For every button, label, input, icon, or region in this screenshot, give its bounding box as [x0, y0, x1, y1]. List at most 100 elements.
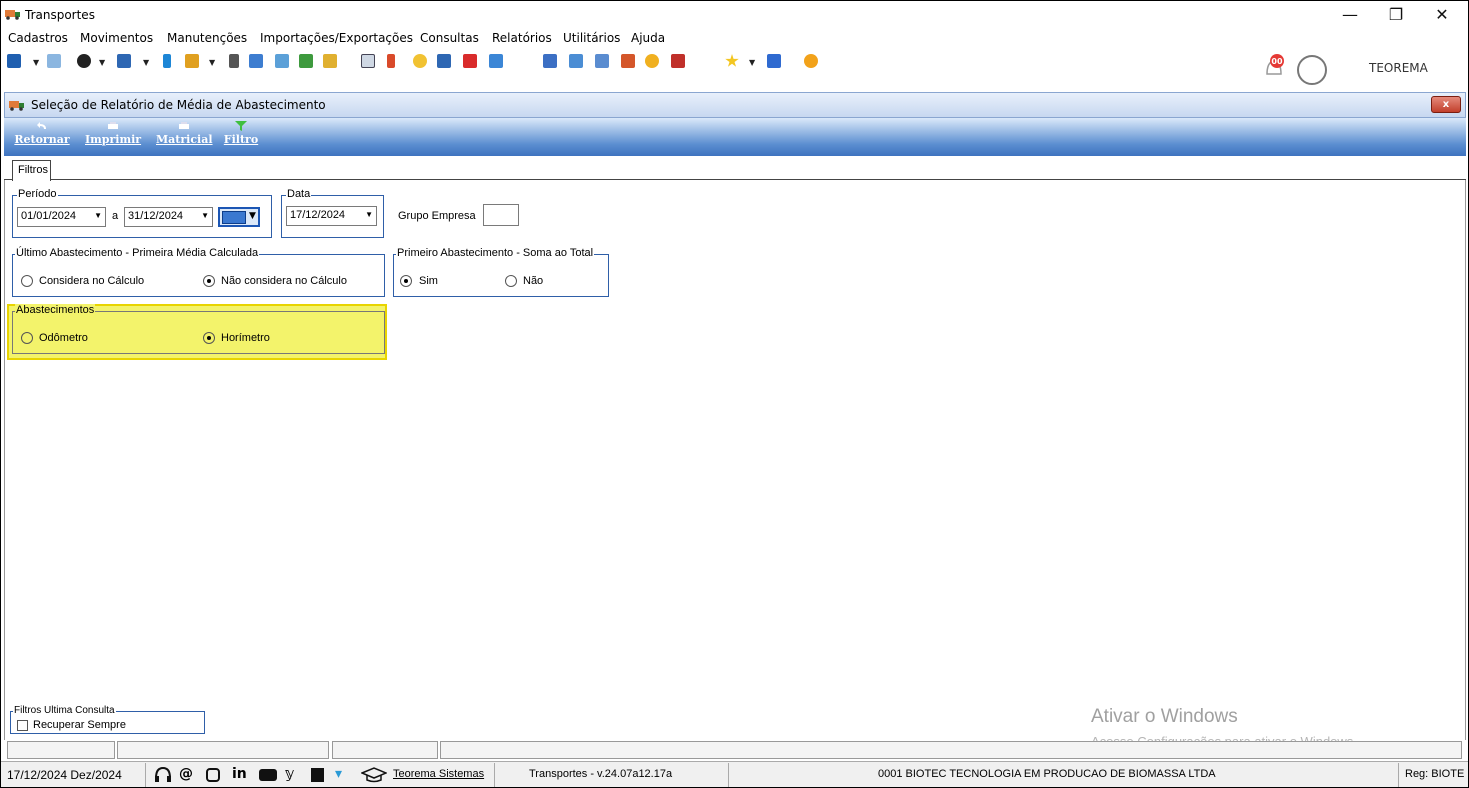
calendar-icon[interactable]: [595, 54, 609, 68]
first-refuel-option-1-label[interactable]: Não: [523, 275, 543, 287]
headset-icon[interactable]: [153, 766, 173, 784]
status-version: Transportes - v.24.07a12.17a: [529, 768, 673, 780]
last-refuel-option-0-radio[interactable]: [21, 275, 33, 287]
return-button[interactable]: Retornar: [13, 121, 71, 146]
dropdown-arrow-icon[interactable]: ▼: [209, 58, 215, 67]
people-icon[interactable]: [47, 54, 61, 68]
chevron-down-icon: ▼: [94, 211, 102, 220]
facebook-icon[interactable]: [311, 768, 324, 782]
clock-icon[interactable]: [413, 54, 427, 68]
toolbar: [1, 49, 1468, 87]
status-separator: [728, 763, 729, 787]
menu-ajuda[interactable]: Ajuda: [631, 31, 665, 45]
first-refuel-option-0-label[interactable]: Sim: [419, 275, 438, 287]
recover-always-label[interactable]: Recuperar Sempre: [33, 719, 126, 731]
first-refuel-option-0-radio[interactable]: [400, 275, 412, 287]
notification-bell-icon[interactable]: 00: [1259, 52, 1289, 80]
truck-blue-icon[interactable]: [437, 54, 451, 68]
menu-manutencoes[interactable]: Manutenções: [167, 31, 247, 45]
last-refuel-option-1-label[interactable]: Não considera no Cálculo: [221, 275, 347, 287]
last-refuel-title: Último Abastecimento - Primeira Média Ca…: [15, 247, 260, 259]
user-avatar-icon[interactable]: [1297, 55, 1327, 85]
first-refuel-option-1-radio[interactable]: [505, 275, 517, 287]
export-icon[interactable]: [489, 54, 503, 68]
power-icon[interactable]: [804, 54, 818, 68]
menu-utilitarios[interactable]: Utilitários: [563, 31, 620, 45]
status-cell: [117, 741, 329, 759]
date-combo[interactable]: 17/12/2024 ▼: [286, 206, 377, 226]
calendar-picker-button[interactable]: ▼: [218, 207, 260, 227]
menu-list-icon[interactable]: [229, 54, 239, 68]
menu-movimentos[interactable]: Movimentos: [80, 31, 153, 45]
status-cell: [440, 741, 1462, 759]
last-refuel-option-0-label[interactable]: Considera no Cálculo: [39, 275, 144, 287]
minimize-button[interactable]: —: [1327, 3, 1373, 27]
printer-icon: [179, 122, 189, 129]
calculator-icon[interactable]: [569, 54, 583, 68]
period-start-combo[interactable]: 01/01/2024 ▼: [17, 207, 106, 227]
chart-icon[interactable]: [543, 54, 557, 68]
last-query-title: Filtros Ultima Consulta: [13, 705, 116, 716]
menu-consultas[interactable]: Consultas: [420, 31, 479, 45]
map-icon[interactable]: [299, 54, 313, 68]
window-icon[interactable]: [767, 54, 781, 68]
status-bar: [1, 761, 1468, 787]
refuels-option-1-radio[interactable]: [203, 332, 215, 344]
period-separator: a: [112, 210, 119, 222]
chevron-down-icon: ▼: [249, 211, 256, 221]
teorema-sistemas-link[interactable]: Teorema Sistemas: [393, 768, 484, 780]
period-end-combo[interactable]: 31/12/2024 ▼: [124, 207, 213, 227]
refuels-option-0-radio[interactable]: [21, 332, 33, 344]
tire-icon[interactable]: [77, 54, 91, 68]
refuels-option-1-label[interactable]: Horímetro: [221, 332, 270, 344]
dropdown-arrow-icon[interactable]: ▼: [143, 58, 149, 67]
menu-cadastros[interactable]: Cadastros: [8, 31, 68, 45]
print-button[interactable]: Imprimir: [85, 121, 141, 146]
status-company: 0001 BIOTEC TECNOLOGIA EM PRODUCAO DE BI…: [878, 768, 1216, 780]
status-separator: [494, 763, 495, 787]
matrix-print-button[interactable]: Matricial: [156, 121, 213, 146]
dropdown-arrow-icon[interactable]: ▼: [99, 58, 105, 67]
printer-icon: [108, 122, 118, 129]
fuel-icon[interactable]: [387, 54, 395, 68]
last-refuel-option-1-radio[interactable]: [203, 275, 215, 287]
twitter-icon[interactable]: 𝕪: [285, 766, 294, 782]
linkedin-icon[interactable]: in: [232, 766, 247, 782]
fuel-pump-icon[interactable]: [463, 54, 477, 68]
new-icon[interactable]: [7, 54, 21, 68]
teorema-logo-icon[interactable]: ▾: [335, 766, 342, 782]
close-button[interactable]: ✕: [1419, 3, 1465, 27]
menu-importacoes[interactable]: Importações/Exportações: [260, 31, 413, 45]
filter-button[interactable]: Filtro: [223, 121, 259, 146]
table-icon[interactable]: [249, 54, 263, 68]
group-company-input[interactable]: [483, 204, 519, 226]
period-title: Período: [17, 188, 58, 200]
restore-button[interactable]: ❐: [1373, 3, 1419, 27]
report-icon[interactable]: [361, 54, 375, 68]
menu-relatorios[interactable]: Relatórios: [492, 31, 552, 45]
calendar-icon: [222, 211, 246, 224]
users-icon[interactable]: [323, 54, 337, 68]
alert-icon[interactable]: [645, 54, 659, 68]
tab-filtros[interactable]: Filtros: [12, 160, 51, 181]
schedule-icon[interactable]: [621, 54, 635, 68]
search-report-icon[interactable]: [671, 54, 685, 68]
route-icon[interactable]: [275, 54, 289, 68]
recover-always-checkbox[interactable]: [17, 720, 28, 731]
truck-icon: [5, 10, 20, 20]
list-icon[interactable]: [185, 54, 199, 68]
dropdown-arrow-icon[interactable]: ▼: [749, 58, 755, 67]
matrix-label: Matricial: [156, 133, 213, 146]
chevron-down-icon: ▼: [201, 211, 209, 220]
child-close-button[interactable]: x: [1431, 96, 1461, 113]
group-company-label: Grupo Empresa: [398, 210, 476, 222]
first-refuel-title: Primeiro Abastecimento - Soma ao Total: [396, 247, 595, 259]
email-icon[interactable]: @: [179, 766, 193, 782]
document-icon[interactable]: [163, 54, 171, 68]
instagram-icon[interactable]: [206, 768, 220, 782]
youtube-icon[interactable]: [259, 769, 277, 781]
bus-icon[interactable]: [117, 54, 131, 68]
refuels-option-0-label[interactable]: Odômetro: [39, 332, 88, 344]
graduation-cap-icon[interactable]: [361, 767, 387, 783]
dropdown-arrow-icon[interactable]: ▼: [33, 58, 39, 67]
